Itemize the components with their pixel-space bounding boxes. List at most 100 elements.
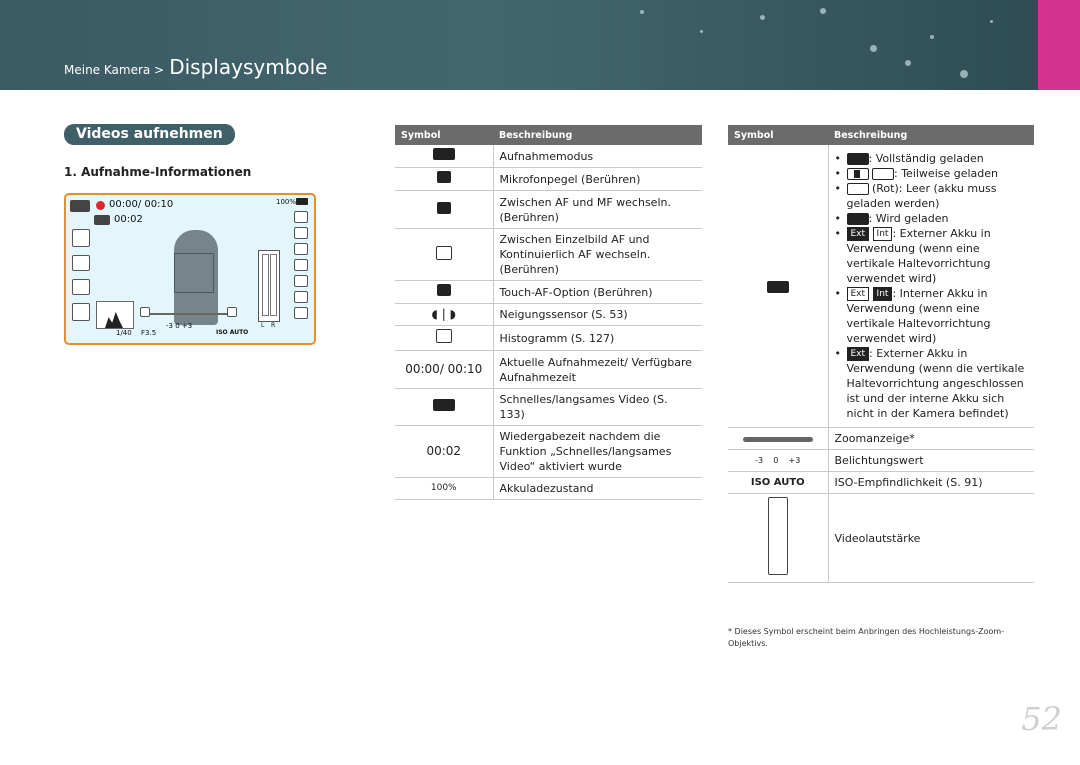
ext-battery-icon: Ext	[846, 347, 870, 361]
zoom-indicator-icon	[742, 437, 813, 442]
volume-meter-icon	[767, 497, 788, 575]
table-row: Histogramm (S. 127)	[395, 325, 702, 351]
table-header: Symbol Beschreibung	[728, 125, 1034, 145]
list-item: Ext Int: Interner Akku in Verwendung (we…	[835, 286, 1029, 346]
list-item: Ext Int: Externer Akku in Verwendung (we…	[835, 226, 1029, 286]
row-desc: Wiedergabezeit nachdem die Funktion „Sch…	[493, 425, 702, 478]
af-mf-icon	[72, 255, 90, 271]
histogram-icon	[435, 329, 452, 343]
battery-icon	[766, 280, 789, 293]
settings-icon-4	[294, 259, 308, 271]
shutter-speed: 1/40	[116, 329, 132, 337]
table-row: 00:02 Wiedergabezeit nachdem die Funktio…	[395, 425, 702, 478]
zoom-out-icon	[140, 307, 150, 317]
table-row: Zoomanzeige*	[728, 427, 1034, 450]
row-desc: Aktuelle Aufnahmezeit/ Verfügbare Aufnah…	[493, 350, 702, 389]
footnote: * Dieses Symbol erscheint beim Anbringen…	[728, 627, 1005, 648]
battery-low-icon	[872, 168, 894, 180]
table-row: ◖ | ◗ Neigungssensor (S. 53)	[395, 303, 702, 326]
histogram	[96, 301, 134, 329]
settings-icon-5	[294, 275, 308, 287]
mic-level-icon	[436, 171, 451, 183]
list-item: : Teilweise geladen	[835, 166, 1029, 181]
row-desc: Videolautstärke	[828, 493, 1034, 583]
touch-af-icon	[436, 284, 451, 296]
row-desc: Aufnahmemodus	[493, 145, 702, 168]
battery-empty-icon	[846, 183, 869, 195]
col-description: Beschreibung	[493, 125, 702, 145]
iso-value: ISO AUTO	[216, 329, 249, 336]
table-row: : Vollständig geladen : Teilweise gelade…	[728, 145, 1034, 428]
list-item: : Wird geladen	[835, 211, 1029, 226]
list-item: (Rot): Leer (akku muss geladen werden)	[835, 181, 1029, 211]
page-number: 52	[1021, 700, 1062, 738]
zoom-bar	[141, 313, 236, 315]
caf-icon	[72, 279, 90, 295]
symbol-table-right: Symbol Beschreibung : Vollständig gelade…	[728, 125, 1034, 583]
breadcrumb: Meine Kamera > Displaysymbole	[64, 55, 327, 79]
row-desc: Akkuladezustand	[493, 477, 702, 500]
table-row: Schnelles/langsames Video (S. 133)	[395, 388, 702, 426]
battery-half-icon	[846, 168, 869, 180]
table-row: Touch-AF-Option (Berühren)	[395, 280, 702, 304]
settings-icon-3	[294, 243, 308, 255]
ext-battery-icon: Ext	[846, 227, 870, 241]
symbol-table-left: Symbol Beschreibung Aufnahmemodus Mikrof…	[395, 125, 702, 500]
row-desc: Mikrofonpegel (Berühren)	[493, 167, 702, 191]
table-row: Aufnahmemodus	[395, 145, 702, 168]
row-symbol: 00:00/ 00:10	[395, 350, 494, 389]
settings-icon-2	[294, 227, 308, 239]
table-row: Zwischen AF und MF wechseln. (Berühren)	[395, 190, 702, 229]
af-mf-icon	[436, 201, 451, 214]
caf-icon	[435, 245, 452, 260]
table-row: Mikrofonpegel (Berühren)	[395, 167, 702, 191]
battery-charging-icon	[846, 213, 869, 225]
row-desc: Belichtungswert	[828, 449, 1034, 472]
breadcrumb-parent[interactable]: Meine Kamera >	[64, 63, 164, 77]
col-symbol: Symbol	[395, 125, 493, 145]
row-desc: Histogramm (S. 127)	[493, 325, 702, 351]
volume-l: L	[261, 322, 265, 329]
list-item: Ext: Externer Akku in Verwendung (wenn d…	[835, 346, 1029, 421]
movie-mode-icon	[70, 200, 90, 212]
slow-motion-icon	[94, 215, 110, 225]
table-row: -3 0 +3 Belichtungswert	[728, 449, 1034, 472]
list-item: : Vollständig geladen	[835, 151, 1029, 166]
int-battery-icon: Int	[872, 287, 893, 301]
int-battery-icon: Int	[872, 227, 893, 241]
row-desc: Schnelles/langsames Video (S. 133)	[493, 388, 702, 426]
ext-battery-icon: Ext	[846, 287, 870, 301]
mic-level-icon	[72, 229, 90, 247]
row-symbol: 00:02	[395, 425, 494, 478]
section-title: Videos aufnehmen	[64, 124, 235, 145]
table-row: 00:00/ 00:10 Aktuelle Aufnahmezeit/ Verf…	[395, 350, 702, 389]
col-symbol: Symbol	[728, 125, 828, 145]
record-dot-icon	[96, 201, 105, 210]
subsection-title: 1. Aufnahme-Informationen	[64, 165, 252, 179]
row-desc: Touch-AF-Option (Berühren)	[493, 280, 702, 304]
row-desc: Zwischen AF und MF wechseln. (Berühren)	[493, 190, 702, 229]
touch-af-icon	[72, 303, 90, 321]
battery-percent: 100%	[276, 198, 297, 206]
table-row: Zwischen Einzelbild AF und Kontinuierlic…	[395, 228, 702, 281]
slow-motion-icon	[432, 399, 455, 411]
volume-r: R	[271, 322, 276, 329]
battery-status-list: : Vollständig geladen : Teilweise gelade…	[835, 151, 1029, 421]
zoom-in-icon	[227, 307, 237, 317]
exposure-scale: -3 0 +3	[166, 322, 193, 330]
settings-icon-6	[294, 291, 308, 303]
af-frame	[174, 253, 214, 293]
battery-full-icon	[846, 153, 869, 165]
row-desc: Zoomanzeige*	[828, 427, 1034, 450]
slow-time: 00:02	[114, 214, 143, 225]
camera-screen-illustration: 00:00/ 00:10 00:02 100% 1/40 F3.5 -3 0 +…	[64, 193, 316, 345]
page-title: Displaysymbole	[169, 55, 328, 79]
table-row: 100% Akkuladezustand	[395, 477, 702, 500]
chapter-tab[interactable]	[1038, 0, 1080, 90]
page-header: Meine Kamera > Displaysymbole	[0, 0, 1080, 90]
aperture: F3.5	[141, 329, 157, 337]
col-description: Beschreibung	[828, 125, 1034, 145]
row-desc: Neigungssensor (S. 53)	[493, 303, 702, 326]
movie-mode-icon	[432, 148, 455, 160]
row-symbol: 100%	[395, 477, 494, 500]
